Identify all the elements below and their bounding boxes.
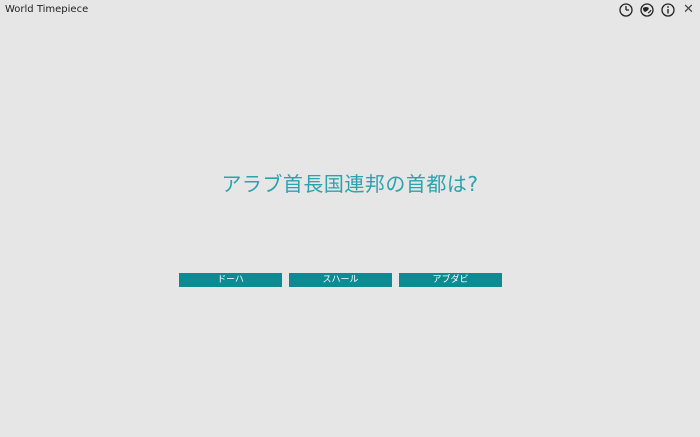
clock-icon xyxy=(618,2,633,17)
close-icon: ✕ xyxy=(683,2,694,17)
globe-icon xyxy=(639,2,654,17)
app-window: World Timepiece ✕ アラブ首長国連邦の首都は? ドーハ スハール… xyxy=(0,0,700,437)
info-icon xyxy=(660,2,675,17)
app-title: World Timepiece xyxy=(5,4,89,15)
quiz-question: アラブ首長国連邦の首都は? xyxy=(221,172,479,196)
close-button[interactable]: ✕ xyxy=(681,2,696,17)
globe-button[interactable] xyxy=(639,2,654,17)
info-button[interactable] xyxy=(660,2,675,17)
answer-button-3[interactable]: アブダビ xyxy=(399,273,502,287)
answer-button-2[interactable]: スハール xyxy=(289,273,392,287)
answer-button-1[interactable]: ドーハ xyxy=(179,273,282,287)
clock-button[interactable] xyxy=(618,2,633,17)
answer-options: ドーハ スハール アブダビ xyxy=(179,273,502,287)
title-bar-controls: ✕ xyxy=(618,2,696,17)
